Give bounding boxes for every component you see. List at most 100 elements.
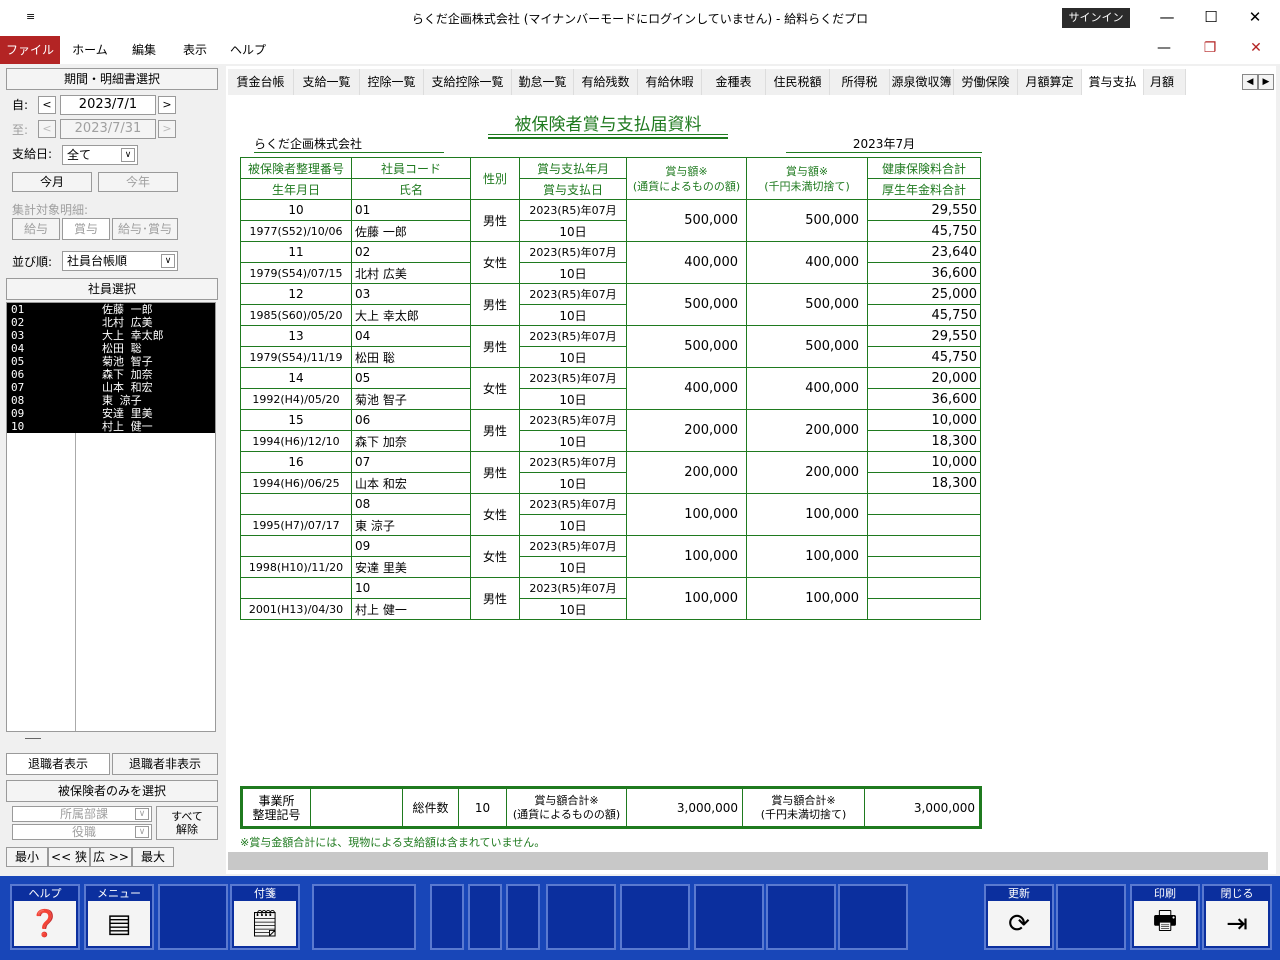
retired-hide-button[interactable]: 退職者非表示 [112, 753, 218, 775]
emp-name: 東 涼子 [351, 514, 471, 536]
narrow-button[interactable]: << 狭 [48, 847, 90, 867]
bonus-rounded: 100,000 [746, 535, 868, 578]
from-date-field[interactable]: 2023/7/1 [60, 95, 156, 115]
tab-14[interactable]: 月額比較 [1144, 69, 1186, 95]
function-key-help[interactable]: ヘルプ ❓ [10, 884, 80, 950]
title-underline [488, 134, 728, 135]
tab-0[interactable]: 賃金台帳 [228, 69, 294, 95]
menu-view[interactable]: 表示 [172, 36, 218, 64]
list-splitter [25, 738, 41, 739]
function-key-menu[interactable]: メニュー ▤ [84, 884, 154, 950]
post-select[interactable]: 役職 ∨ [12, 824, 152, 840]
tab-4[interactable]: 勤怠一覧 [512, 69, 574, 95]
tab-10[interactable]: 源泉徴収簿 [890, 69, 954, 95]
kind-both-button[interactable]: 給与･賞与 [112, 218, 178, 240]
function-key-refresh[interactable]: 更新 ⟳ [984, 884, 1054, 950]
employee-list-item[interactable]: 10 村上 健一 [7, 420, 215, 433]
health-total: 29,550 [867, 199, 981, 221]
function-key-blank-14[interactable] [1056, 884, 1126, 950]
max-button[interactable]: 最大 [132, 847, 174, 867]
sex: 女性 [470, 535, 520, 578]
tab-6[interactable]: 有給休暇 [638, 69, 702, 95]
function-key-sticky-note[interactable]: 付箋 🗒 [230, 884, 300, 950]
function-key-blank-10[interactable] [694, 884, 764, 950]
to-date-field[interactable]: 2023/7/31 [60, 119, 156, 139]
employee-list-item[interactable]: 05 菊池 智子 [7, 355, 215, 368]
maximize-icon[interactable]: ☐ [1196, 6, 1226, 28]
health-total [867, 535, 981, 557]
employee-list-item[interactable]: 09 安達 里美 [7, 407, 215, 420]
function-key-blank-12[interactable] [838, 884, 908, 950]
tab-3[interactable]: 支給控除一覧 [424, 69, 512, 95]
employee-list-item[interactable]: 03 大上 幸太郎 [7, 329, 215, 342]
employee-list-item[interactable]: 01 佐藤 一郎 [7, 303, 215, 316]
mdi-close-icon[interactable]: ✕ [1244, 38, 1268, 58]
function-key-blank-9[interactable] [620, 884, 690, 950]
function-key-blank-5[interactable] [430, 884, 464, 950]
function-key-blank-11[interactable] [766, 884, 836, 950]
menu-edit[interactable]: 編集 [120, 36, 168, 64]
bonus-amount: 200,000 [626, 451, 747, 494]
signin-button[interactable]: サインイン [1062, 8, 1130, 28]
tab-9[interactable]: 所得税 [830, 69, 890, 95]
function-key-blank-6[interactable] [468, 884, 502, 950]
menu-home[interactable]: ホーム [64, 36, 116, 64]
this-year-button[interactable]: 今年 [98, 172, 178, 192]
tab-12[interactable]: 月額算定 [1018, 69, 1082, 95]
wide-button[interactable]: 広 >> [90, 847, 132, 867]
close-icon[interactable]: ✕ [1240, 6, 1270, 28]
table-row: 2001(H13)/04/30 村上 健一 10日 [240, 598, 981, 620]
clear-all-button[interactable]: すべて 解除 [156, 806, 218, 840]
employee-list[interactable]: 01 佐藤 一郎 02 北村 広美 03 大上 幸太郎 04 松田 聡 05 菊池 智子 06 森下 … [6, 302, 216, 739]
insured-only-button[interactable]: 被保険者のみを選択 [6, 780, 218, 802]
employee-list-item[interactable]: 04 松田 聡 [7, 342, 215, 355]
function-key-blank-2[interactable] [158, 884, 228, 950]
employee-list-item[interactable]: 06 森下 加奈 [7, 368, 215, 381]
employee-code: 03 [11, 329, 25, 342]
tab-7[interactable]: 金種表 [702, 69, 766, 95]
mdi-minimize-icon[interactable]: — [1152, 38, 1176, 58]
mdi-restore-icon[interactable]: ❐ [1198, 38, 1222, 58]
menu-file[interactable]: ファイル [0, 36, 60, 64]
minimize-icon[interactable]: — [1152, 6, 1182, 28]
payday-select[interactable]: 全て ∨ [62, 145, 138, 165]
bonus-amount: 100,000 [626, 535, 747, 578]
tab-scroll-right-icon[interactable]: ▶ [1258, 74, 1274, 90]
tab-8[interactable]: 住民税額 [766, 69, 830, 95]
table-row: 10 男性 2023(R5)年07月 100,000 100,000 [240, 577, 981, 620]
tab-13[interactable]: 賞与支払 [1082, 69, 1144, 95]
sex: 女性 [470, 367, 520, 410]
employee-list-item[interactable]: 07 山本 和宏 [7, 381, 215, 394]
tab-5[interactable]: 有給残数 [574, 69, 638, 95]
total1-label: 賞与額合計※ (通貨によるものの額) [507, 789, 627, 826]
function-key-blank-4[interactable] [312, 884, 416, 950]
birth-date: 1977(S52)/10/06 [240, 220, 352, 242]
kind-salary-button[interactable]: 給与 [12, 218, 60, 240]
horizontal-scrollbar[interactable] [228, 852, 1268, 870]
function-key-printer[interactable]: 印刷 🖶 [1130, 884, 1200, 950]
pension-total [867, 556, 981, 578]
from-prev-button[interactable]: < [38, 96, 56, 114]
function-key-exit[interactable]: 閉じる ⇥ [1202, 884, 1272, 950]
to-prev-button[interactable]: < [38, 120, 56, 138]
tab-scroll-left-icon[interactable]: ◀ [1242, 74, 1258, 90]
retired-show-button[interactable]: 退職者表示 [6, 753, 110, 775]
kind-bonus-button[interactable]: 賞与 [62, 218, 110, 240]
employee-list-item[interactable]: 02 北村 広美 [7, 316, 215, 329]
table-row: 10 01 男性 2023(R5)年07月 500,000 500,000 29,550 [240, 199, 981, 242]
from-next-button[interactable]: > [158, 96, 176, 114]
sort-select[interactable]: 社員台帳順 ∨ [62, 251, 178, 271]
employee-list-item[interactable]: 08 東 涼子 [7, 394, 215, 407]
function-key-blank-8[interactable] [546, 884, 616, 950]
dept-select[interactable]: 所属部課 ∨ [12, 806, 152, 822]
tab-1[interactable]: 支給一覧 [294, 69, 360, 95]
menu-help[interactable]: ヘルプ [222, 36, 274, 64]
this-month-button[interactable]: 今月 [12, 172, 92, 192]
emp-code: 03 [351, 283, 471, 305]
tab-2[interactable]: 控除一覧 [360, 69, 424, 95]
table-row: 08 女性 2023(R5)年07月 100,000 100,000 [240, 493, 981, 536]
function-key-blank-7[interactable] [506, 884, 540, 950]
min-button[interactable]: 最小 [6, 847, 48, 867]
tab-11[interactable]: 労働保険 [954, 69, 1018, 95]
to-next-button[interactable]: > [158, 120, 176, 138]
